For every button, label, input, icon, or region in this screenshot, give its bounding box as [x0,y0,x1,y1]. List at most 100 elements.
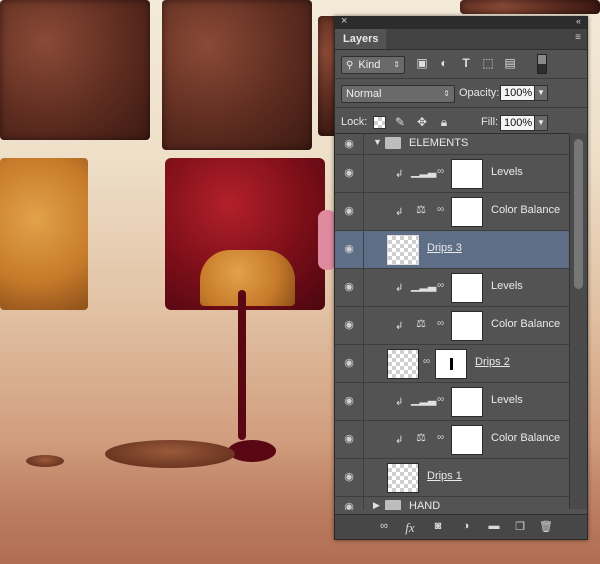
panel-titlebar: × « [335,15,587,29]
chevron-down-icon[interactable]: ▼ [373,137,382,147]
delete-icon[interactable]: 🗑︎ [537,520,555,534]
visibility-eye-icon[interactable]: ◉ [335,155,364,192]
panel-menu-icon[interactable]: ≡ [575,32,581,43]
layer-name: Color Balance [491,318,561,330]
new-adjustment-icon[interactable]: ◑ [457,520,475,534]
layer-name: Drips 3 [427,242,462,254]
layer-mask-thumbnail[interactable] [451,425,483,455]
scrollbar-thumb[interactable] [574,139,583,289]
layer-list-scrollbar[interactable] [569,133,587,509]
mask-link-icon[interactable]: ∞ [437,432,444,443]
close-panel-icon[interactable]: × [341,15,347,27]
image-filter-icon[interactable]: ▣ [415,56,429,70]
layer-name: Color Balance [491,432,561,444]
type-filter-icon[interactable]: T [459,56,473,70]
tab-layers[interactable]: Layers [335,29,387,49]
smart-object-filter-icon[interactable]: ▤ [503,56,517,70]
search-icon: ⚲ [346,60,354,71]
layer-group-elements[interactable]: ◉ ▼ ELEMENTS [335,134,569,155]
blend-row: Normal ⇕ Opacity: 100% ▼ [335,78,587,107]
mask-link-icon[interactable]: ∞ [437,280,444,291]
mask-link-icon[interactable]: ∞ [437,204,444,215]
visibility-eye-icon[interactable]: ◉ [335,193,364,230]
shape-filter-icon[interactable]: ⬚ [481,56,495,70]
chocolate-puddle-large [105,440,235,468]
mask-link-icon[interactable]: ∞ [437,394,444,405]
chevron-updown-icon: ⇕ [443,89,450,98]
layer-mask-thumbnail[interactable] [451,273,483,303]
opacity-dropdown-icon[interactable]: ▼ [534,85,548,101]
layer-color-balance-3[interactable]: ◉ ↲ ⚖ ∞ Color Balance [335,421,569,459]
collapse-panel-icon[interactable]: « [576,16,581,26]
layer-color-balance-2[interactable]: ◉ ↲ ⚖ ∞ Color Balance [335,307,569,345]
layer-drips-2[interactable]: ◉ ∞ Drips 2 [335,345,569,383]
clipping-arrow-icon: ↲ [395,207,404,218]
chevron-updown-icon: ⇕ [393,60,400,69]
layer-mask-thumbnail[interactable] [435,349,467,379]
fx-icon[interactable]: fx [401,520,419,535]
clipping-arrow-icon: ↲ [395,321,404,332]
cake-letter [0,158,88,310]
visibility-eye-icon[interactable]: ◉ [335,497,364,510]
folder-icon [385,137,401,149]
filter-kind-select[interactable]: ⚲ Kind ⇕ [341,56,405,74]
visibility-eye-icon[interactable]: ◉ [335,421,364,458]
layer-thumbnail[interactable] [387,463,419,493]
chocolate-piece-top-right [460,0,600,14]
chevron-right-icon[interactable]: ▶ [373,500,380,510]
layer-mask-thumbnail[interactable] [451,197,483,227]
mask-link-icon[interactable]: ∞ [423,356,430,367]
fill-label: Fill: [481,116,499,128]
layer-mask-thumbnail[interactable] [451,159,483,189]
lock-label: Lock: [341,116,368,128]
visibility-eye-icon[interactable]: ◉ [335,383,364,420]
visibility-eye-icon[interactable]: ◉ [335,345,364,382]
layer-mask-thumbnail[interactable] [451,387,483,417]
syrup-drip-puddle [228,440,276,462]
blend-mode-value: Normal [346,88,382,100]
lock-brush-icon[interactable]: ✎ [393,115,407,129]
layer-group-hand[interactable]: ◉ ▶ HAND [335,497,569,510]
filter-kind-label: Kind [358,59,381,71]
folder-icon [385,500,401,510]
layer-thumbnail[interactable] [387,235,419,265]
mask-link-icon[interactable]: ∞ [437,318,444,329]
layer-name: Levels [491,394,523,406]
layer-name: Levels [491,280,523,292]
clipping-arrow-icon: ↲ [395,283,404,294]
layer-levels-3[interactable]: ◉ ↲ ▁▂▃ ∞ Levels [335,383,569,421]
visibility-eye-icon[interactable]: ◉ [335,134,364,154]
layer-mask-thumbnail[interactable] [451,311,483,341]
link-layers-icon[interactable]: ∞ [375,520,393,534]
add-mask-icon[interactable]: ◙ [429,520,447,534]
visibility-eye-icon[interactable]: ◉ [335,231,364,268]
layer-name: Levels [491,166,523,178]
layer-drips-1[interactable]: ◉ Drips 1 [335,459,569,497]
chocolate-letter-w [0,0,150,140]
fill-input[interactable]: 100% [500,115,535,131]
lock-all-icon[interactable]: 🔒︎ [437,115,451,129]
layer-thumbnail[interactable] [387,349,419,379]
lock-position-icon[interactable]: ✥ [415,115,429,129]
visibility-eye-icon[interactable]: ◉ [335,307,364,344]
lock-transparency-icon[interactable] [373,116,386,129]
blend-mode-select[interactable]: Normal ⇕ [341,85,455,103]
mask-link-icon[interactable]: ∞ [437,166,444,177]
filter-toggle[interactable] [537,54,547,74]
chocolate-puddle-small [26,455,64,467]
layer-name: Color Balance [491,204,561,216]
adjustment-filter-icon[interactable]: ◐ [437,56,451,70]
layer-color-balance-1[interactable]: ◉ ↲ ⚖ ∞ Color Balance [335,193,569,231]
cake-filling [200,250,295,306]
opacity-input[interactable]: 100% [500,85,535,101]
layer-levels-2[interactable]: ◉ ↲ ▁▂▃ ∞ Levels [335,269,569,307]
fill-dropdown-icon[interactable]: ▼ [534,115,548,131]
mask-shape [450,358,453,370]
new-layer-icon[interactable]: ❐ [511,520,529,534]
new-group-icon[interactable]: ▬ [485,520,503,534]
layer-levels-1[interactable]: ◉ ↲ ▁▂▃ ∞ Levels [335,155,569,193]
visibility-eye-icon[interactable]: ◉ [335,459,364,496]
visibility-eye-icon[interactable]: ◉ [335,269,364,306]
layer-drips-3[interactable]: ◉ Drips 3 [335,231,569,269]
panel-tabbar: Layers ≡ [335,29,587,50]
